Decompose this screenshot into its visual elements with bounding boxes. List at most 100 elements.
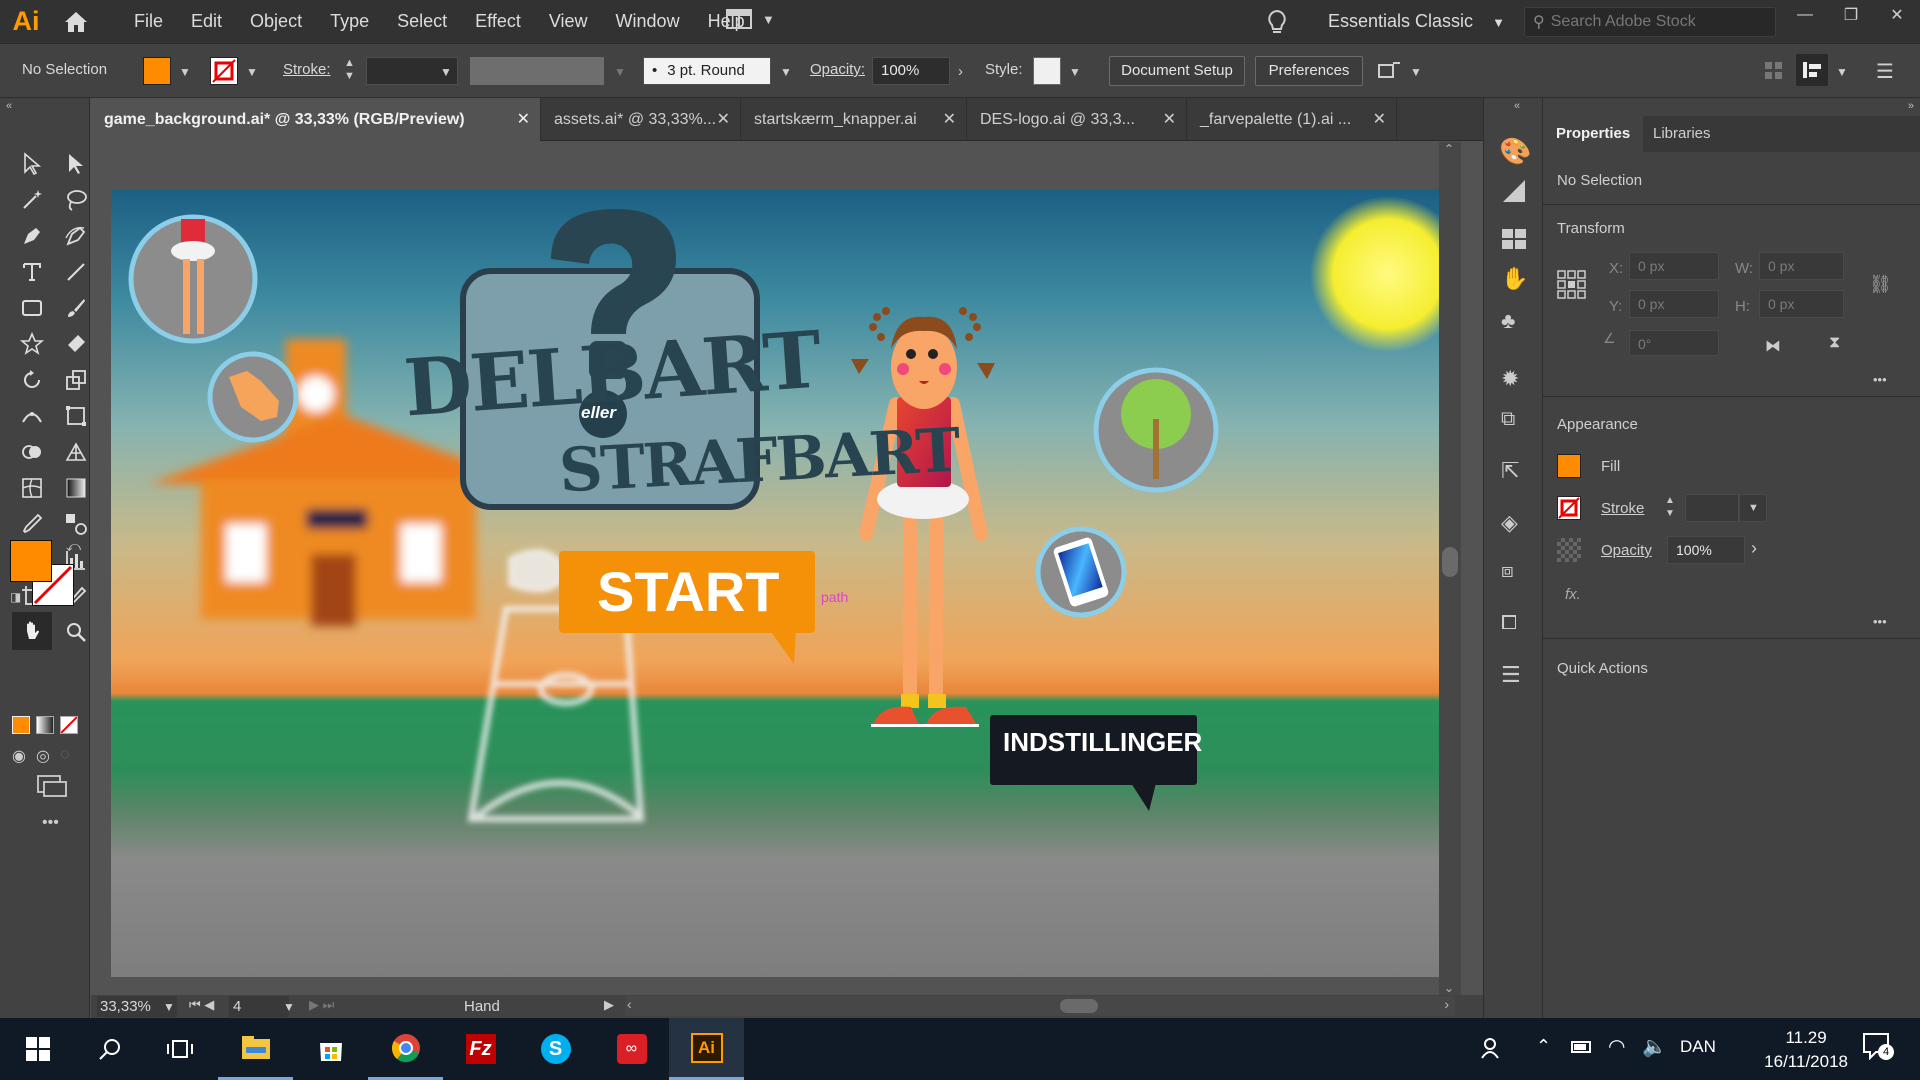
- stroke-label[interactable]: Stroke:: [283, 61, 331, 78]
- scroll-thumb[interactable]: [1060, 999, 1098, 1013]
- appearance-stroke-swatch[interactable]: [1557, 496, 1581, 520]
- stroke-stepper[interactable]: ▲ ▼: [1665, 494, 1675, 520]
- scale-tool-icon[interactable]: [60, 364, 92, 396]
- close-button[interactable]: ✕: [1874, 0, 1920, 30]
- maximize-button[interactable]: ❐: [1828, 0, 1874, 30]
- chevron-up-icon[interactable]: ⌃: [1536, 1036, 1551, 1057]
- canvas-area[interactable]: DELBART eller STRAFBART START INDSTILLIN…: [91, 142, 1461, 995]
- close-icon[interactable]: ✕: [717, 98, 730, 141]
- chrome-icon[interactable]: [368, 1018, 443, 1080]
- volume-icon[interactable]: 🔈: [1642, 1034, 1667, 1059]
- scroll-right-icon[interactable]: ›: [1444, 996, 1449, 1012]
- none-mode-icon[interactable]: [60, 716, 78, 734]
- screen-mode-icon[interactable]: [36, 774, 68, 803]
- appearance-opacity-label[interactable]: Opacity: [1601, 542, 1652, 559]
- artboard[interactable]: DELBART eller STRAFBART START INDSTILLIN…: [111, 189, 1455, 977]
- pathfinder-icon[interactable]: ⧠: [1501, 612, 1517, 635]
- battery-icon[interactable]: [1570, 1036, 1594, 1063]
- fill-indicator[interactable]: [10, 540, 52, 582]
- chevron-down-icon[interactable]: ▼: [1069, 65, 1081, 79]
- selection-tool-icon[interactable]: [16, 148, 48, 180]
- export-icon[interactable]: ⇱: [1501, 458, 1519, 484]
- chevron-down-icon[interactable]: ▼: [1410, 65, 1422, 79]
- search-adobe-stock-input[interactable]: ⚲ Search Adobe Stock: [1524, 7, 1776, 37]
- gradient-panel-icon[interactable]: [1501, 178, 1527, 209]
- stroke-stepper[interactable]: ▲ ▼: [344, 57, 355, 83]
- eyedropper-tool-icon[interactable]: [16, 508, 48, 540]
- eraser-tool-icon[interactable]: [60, 328, 92, 360]
- scroll-thumb[interactable]: [1442, 547, 1458, 577]
- language-indicator[interactable]: DAN: [1680, 1037, 1716, 1057]
- notifications-icon[interactable]: 4: [1862, 1032, 1894, 1065]
- swatches-icon[interactable]: [1501, 228, 1527, 255]
- curvature-tool-icon[interactable]: [60, 220, 92, 252]
- search-icon[interactable]: [72, 1018, 147, 1080]
- gradient-mode-icon[interactable]: [36, 716, 54, 734]
- blend-tool-icon[interactable]: [60, 508, 92, 540]
- chevron-right-icon[interactable]: ›: [958, 63, 963, 80]
- chevron-down-icon[interactable]: ▼: [179, 65, 191, 79]
- appearance-fill-swatch[interactable]: [1557, 454, 1581, 478]
- draw-normal-icon[interactable]: ◉: [12, 746, 26, 766]
- menu-edit[interactable]: Edit: [177, 0, 236, 43]
- hand-tool-icon[interactable]: [12, 612, 52, 650]
- h-field[interactable]: 0 px: [1759, 290, 1844, 318]
- horizontal-scrollbar[interactable]: ‹ ›: [625, 996, 1455, 1016]
- color-mode-icon[interactable]: [12, 716, 30, 734]
- filezilla-icon[interactable]: Fz: [443, 1018, 518, 1080]
- panel-menu-icon[interactable]: ☰: [1876, 59, 1894, 84]
- chevron-down-icon[interactable]: ▼: [1836, 65, 1848, 79]
- mesh-tool-icon[interactable]: [16, 472, 48, 504]
- scroll-down-icon[interactable]: ⌄: [1444, 981, 1454, 995]
- appearance-stroke-field[interactable]: [1685, 494, 1739, 522]
- chevron-right-icon[interactable]: ›: [1751, 538, 1757, 559]
- variable-width-profile[interactable]: [470, 57, 604, 85]
- stroke-swatch[interactable]: [210, 57, 238, 85]
- more-options-icon[interactable]: •••: [1873, 614, 1887, 629]
- appearance-stroke-label[interactable]: Stroke: [1601, 500, 1644, 517]
- paintbrush-tool-icon[interactable]: [60, 292, 92, 324]
- chevron-down-icon[interactable]: ▼: [1739, 494, 1767, 522]
- status-menu-icon[interactable]: ▶: [604, 997, 614, 1013]
- color-guide-icon[interactable]: 🎨: [1499, 136, 1531, 167]
- people-icon[interactable]: [1480, 1036, 1504, 1065]
- close-icon[interactable]: ✕: [1163, 98, 1176, 141]
- x-field[interactable]: 0 px: [1629, 252, 1719, 280]
- direct-selection-tool-icon[interactable]: [60, 148, 92, 180]
- close-icon[interactable]: ✕: [517, 98, 530, 141]
- menu-object[interactable]: Object: [236, 0, 316, 43]
- arrange-icon[interactable]: [1376, 60, 1402, 87]
- symbols-icon[interactable]: ♣: [1501, 308, 1515, 334]
- tab-libraries[interactable]: Libraries: [1643, 116, 1711, 152]
- scroll-left-icon[interactable]: ‹: [627, 996, 632, 1012]
- swap-icon[interactable]: ⤺: [66, 538, 81, 555]
- rectangle-tool-icon[interactable]: [16, 292, 48, 324]
- align-icon[interactable]: ☰: [1501, 662, 1521, 688]
- brush-definition-field[interactable]: • 3 pt. Round: [643, 57, 771, 85]
- y-field[interactable]: 0 px: [1629, 290, 1719, 318]
- home-icon[interactable]: [52, 0, 100, 43]
- tab-startskaerm-knapper[interactable]: startskærm_knapper.ai ✕: [741, 98, 967, 141]
- zoom-tool-icon[interactable]: [60, 616, 92, 648]
- appearance-icon[interactable]: ✹: [1501, 366, 1519, 392]
- artboards-icon[interactable]: ⧈: [1501, 560, 1514, 583]
- artboard-number-field[interactable]: 4: [229, 996, 289, 1017]
- chevron-down-icon[interactable]: ▼: [246, 65, 258, 79]
- menu-effect[interactable]: Effect: [461, 0, 535, 43]
- rotate-tool-icon[interactable]: [16, 364, 48, 396]
- fx-icon[interactable]: fx.: [1565, 586, 1581, 603]
- align-grid-icon[interactable]: [1764, 61, 1784, 86]
- layers-icon[interactable]: ◈: [1501, 510, 1518, 536]
- opacity-field[interactable]: 100%: [872, 57, 950, 85]
- menu-type[interactable]: Type: [316, 0, 383, 43]
- gradient-tool-icon[interactable]: [60, 472, 92, 504]
- chevron-down-icon[interactable]: ▼: [780, 65, 792, 79]
- edit-toolbar-icon[interactable]: •••: [42, 814, 59, 832]
- perspective-grid-tool-icon[interactable]: [60, 436, 92, 468]
- lightbulb-icon[interactable]: [1266, 9, 1288, 40]
- minimize-button[interactable]: —: [1782, 0, 1828, 30]
- tab-des-logo[interactable]: DES-logo.ai @ 33,3... ✕: [967, 98, 1187, 141]
- magic-wand-tool-icon[interactable]: [16, 184, 48, 216]
- menu-window[interactable]: Window: [602, 0, 694, 43]
- draw-behind-icon[interactable]: ◎: [36, 746, 50, 766]
